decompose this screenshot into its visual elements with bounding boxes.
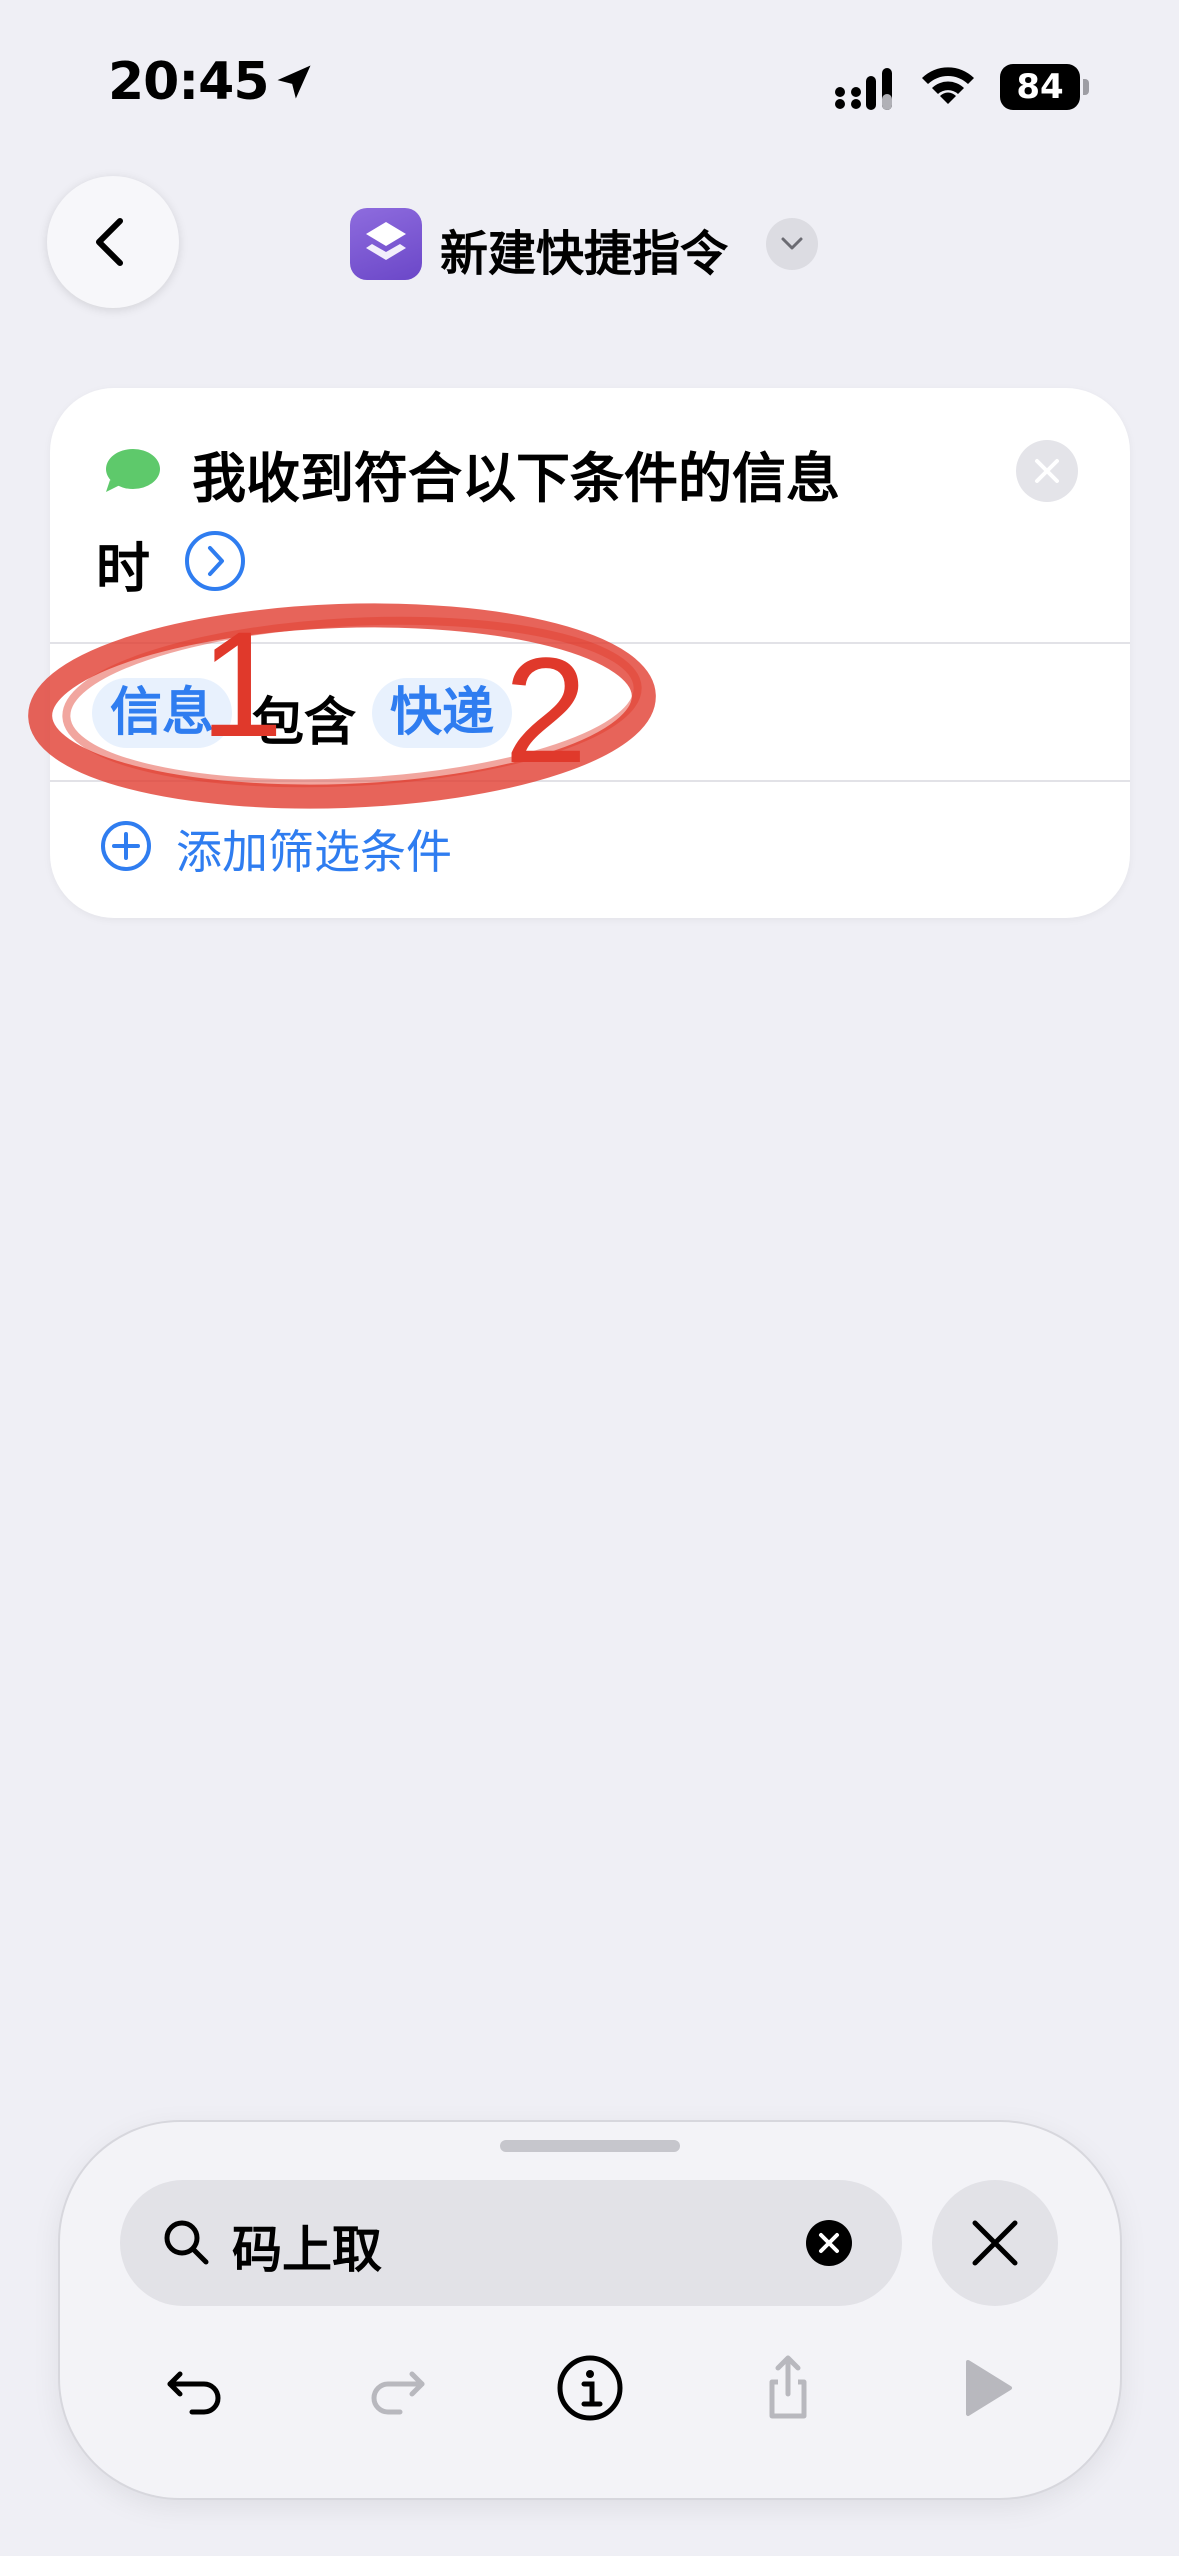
bottom-sheet: 码上取 — [60, 2122, 1120, 2498]
plus-circle-icon[interactable] — [100, 820, 152, 872]
battery-indicator: 84 — [1000, 64, 1090, 110]
message-bubble-icon — [106, 449, 160, 492]
undo-icon — [167, 2371, 221, 2415]
search-field[interactable]: 码上取 — [120, 2180, 902, 2306]
condition-field-token[interactable]: 信息 — [92, 678, 233, 748]
shortcuts-app-icon — [350, 208, 422, 280]
status-time: 20:45 — [108, 52, 270, 112]
location-arrow-icon — [277, 65, 311, 99]
search-input[interactable]: 码上取 — [232, 2210, 382, 2282]
condition-operator[interactable]: 包含 — [252, 680, 356, 755]
close-icon — [972, 2220, 1018, 2266]
search-icon — [164, 2220, 209, 2265]
chevron-down-icon — [781, 237, 803, 250]
close-icon — [1035, 459, 1059, 483]
clear-icon[interactable] — [806, 2220, 852, 2266]
battery-level: 84 — [1016, 67, 1064, 107]
remove-trigger-button[interactable] — [1016, 440, 1078, 502]
cellular-signal-icon — [835, 68, 892, 110]
wifi-icon — [922, 67, 974, 104]
trigger-title: 我收到符合以下条件的信息 — [192, 447, 840, 510]
title-menu-button[interactable] — [766, 218, 818, 270]
shortcut-title[interactable]: 新建快捷指令 — [440, 214, 728, 284]
condition-value-token[interactable]: 快递 — [372, 678, 513, 748]
undo-button[interactable] — [156, 2348, 236, 2428]
close-search-button[interactable] — [932, 2180, 1058, 2306]
sheet-grabber[interactable] — [500, 2140, 680, 2152]
chevron-left-icon — [95, 217, 124, 267]
divider — [50, 780, 1130, 782]
add-filter-button[interactable]: 添加筛选条件 — [176, 816, 452, 882]
divider — [50, 642, 1130, 644]
share-button[interactable] — [748, 2348, 828, 2428]
info-icon — [557, 2355, 623, 2421]
redo-icon — [371, 2371, 425, 2415]
share-icon — [769, 2355, 807, 2419]
chevron-right-circle-icon[interactable] — [184, 530, 246, 592]
run-button[interactable] — [946, 2348, 1026, 2428]
trigger-card: 我收到符合以下条件的信息 时 信息 包含 快递 添加筛选条件 — [50, 388, 1130, 918]
info-button[interactable] — [550, 2348, 630, 2428]
trigger-title-cont: 时 — [96, 537, 150, 600]
redo-button[interactable] — [356, 2348, 436, 2428]
play-icon — [966, 2360, 1012, 2416]
back-button[interactable] — [47, 176, 179, 308]
